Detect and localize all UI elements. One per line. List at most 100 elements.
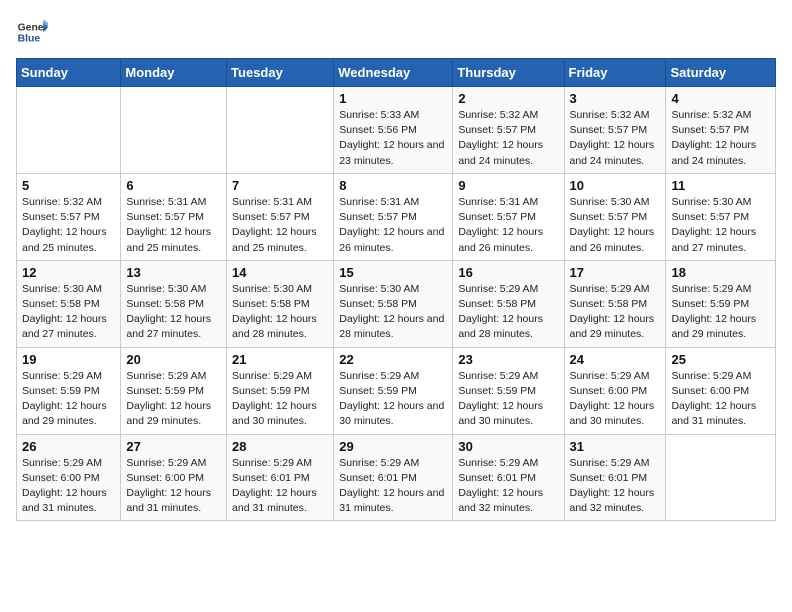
day-number: 19 [22,352,115,367]
day-info: Sunrise: 5:29 AMSunset: 5:59 PMDaylight:… [458,369,558,430]
page-header: General Blue [16,16,776,48]
calendar-cell: 5Sunrise: 5:32 AMSunset: 5:57 PMDaylight… [17,173,121,260]
calendar-cell: 17 Sunrise: 5:29 AMSunset: 5:58 PMDayligh… [564,260,666,347]
day-info: Sunrise: 5:30 AMSunset: 5:58 PMDaylight:… [339,282,447,343]
day-info: Sunrise: 5:29 AMSunset: 5:58 PMDaylight:… [458,282,558,343]
calendar-cell [227,87,334,174]
day-info: Sunrise: 5:30 AMSunset: 5:58 PMDaylight:… [232,282,328,343]
logo-icon: General Blue [16,16,48,48]
svg-text:Blue: Blue [18,34,41,45]
week-row-4: 19 Sunrise: 5:29 AMSunset: 5:59 PMDayligh… [17,347,776,434]
week-row-5: 26 Sunrise: 5:29 AMSunset: 6:00 PMDayligh… [17,434,776,521]
logo: General Blue [16,16,48,48]
calendar-cell: 3 Sunrise: 5:32 AMSunset: 5:57 PMDaylight… [564,87,666,174]
day-number: 31 [570,439,661,454]
calendar-table: SundayMondayTuesdayWednesdayThursdayFrid… [16,58,776,521]
calendar-cell: 1 Sunrise: 5:33 AMSunset: 5:56 PMDaylight… [334,87,453,174]
day-number: 13 [126,265,221,280]
day-number: 10 [570,178,661,193]
day-info: Sunrise: 5:29 AMSunset: 6:00 PMDaylight:… [126,456,221,517]
week-row-3: 12 Sunrise: 5:30 AMSunset: 5:58 PMDayligh… [17,260,776,347]
weekday-header-friday: Friday [564,59,666,87]
calendar-cell: 11Sunrise: 5:30 AMSunset: 5:57 PMDayligh… [666,173,776,260]
weekday-header-wednesday: Wednesday [334,59,453,87]
day-number: 30 [458,439,558,454]
day-info: Sunrise: 5:29 AMSunset: 5:59 PMDaylight:… [22,369,115,430]
day-number: 9 [458,178,558,193]
week-row-1: 1 Sunrise: 5:33 AMSunset: 5:56 PMDaylight… [17,87,776,174]
weekday-header-row: SundayMondayTuesdayWednesdayThursdayFrid… [17,59,776,87]
day-number: 6 [126,178,221,193]
day-number: 28 [232,439,328,454]
day-number: 8 [339,178,447,193]
day-info: Sunrise: 5:31 AMSunset: 5:57 PMDaylight:… [126,195,221,256]
day-info: Sunrise: 5:30 AMSunset: 5:58 PMDaylight:… [22,282,115,343]
calendar-cell: 9 Sunrise: 5:31 AMSunset: 5:57 PMDaylight… [453,173,564,260]
day-info: Sunrise: 5:31 AMSunset: 5:57 PMDaylight:… [232,195,328,256]
day-number: 3 [570,91,661,106]
calendar-cell: 31 Sunrise: 5:29 AMSunset: 6:01 PMDayligh… [564,434,666,521]
calendar-cell: 15 Sunrise: 5:30 AMSunset: 5:58 PMDayligh… [334,260,453,347]
calendar-cell: 7 Sunrise: 5:31 AMSunset: 5:57 PMDaylight… [227,173,334,260]
day-number: 5 [22,178,115,193]
day-number: 26 [22,439,115,454]
day-info: Sunrise: 5:29 AMSunset: 5:59 PMDaylight:… [232,369,328,430]
calendar-cell: 21 Sunrise: 5:29 AMSunset: 5:59 PMDayligh… [227,347,334,434]
calendar-cell: 14 Sunrise: 5:30 AMSunset: 5:58 PMDayligh… [227,260,334,347]
day-info: Sunrise: 5:29 AMSunset: 6:01 PMDaylight:… [232,456,328,517]
calendar-cell: 26 Sunrise: 5:29 AMSunset: 6:00 PMDayligh… [17,434,121,521]
day-number: 18 [671,265,770,280]
day-info: Sunrise: 5:31 AMSunset: 5:57 PMDaylight:… [458,195,558,256]
day-info: Sunrise: 5:32 AMSunset: 5:57 PMDaylight:… [458,108,558,169]
day-number: 2 [458,91,558,106]
day-info: Sunrise: 5:33 AMSunset: 5:56 PMDaylight:… [339,108,447,169]
calendar-cell: 4 Sunrise: 5:32 AMSunset: 5:57 PMDaylight… [666,87,776,174]
calendar-cell: 23 Sunrise: 5:29 AMSunset: 5:59 PMDayligh… [453,347,564,434]
day-number: 12 [22,265,115,280]
day-number: 25 [671,352,770,367]
calendar-cell: 16 Sunrise: 5:29 AMSunset: 5:58 PMDayligh… [453,260,564,347]
calendar-cell: 19 Sunrise: 5:29 AMSunset: 5:59 PMDayligh… [17,347,121,434]
day-number: 27 [126,439,221,454]
calendar-cell: 20 Sunrise: 5:29 AMSunset: 5:59 PMDayligh… [121,347,227,434]
day-number: 23 [458,352,558,367]
day-number: 15 [339,265,447,280]
weekday-header-thursday: Thursday [453,59,564,87]
day-number: 4 [671,91,770,106]
weekday-header-tuesday: Tuesday [227,59,334,87]
day-info: Sunrise: 5:29 AMSunset: 6:00 PMDaylight:… [671,369,770,430]
day-info: Sunrise: 5:29 AMSunset: 5:58 PMDaylight:… [570,282,661,343]
calendar-cell: 24Sunrise: 5:29 AMSunset: 6:00 PMDayligh… [564,347,666,434]
weekday-header-saturday: Saturday [666,59,776,87]
day-info: Sunrise: 5:29 AMSunset: 5:59 PMDaylight:… [339,369,447,430]
day-number: 20 [126,352,221,367]
day-number: 17 [570,265,661,280]
calendar-cell: 2 Sunrise: 5:32 AMSunset: 5:57 PMDaylight… [453,87,564,174]
calendar-cell: 13 Sunrise: 5:30 AMSunset: 5:58 PMDayligh… [121,260,227,347]
calendar-cell: 22 Sunrise: 5:29 AMSunset: 5:59 PMDayligh… [334,347,453,434]
day-info: Sunrise: 5:30 AMSunset: 5:57 PMDaylight:… [570,195,661,256]
day-info: Sunrise: 5:29 AMSunset: 6:01 PMDaylight:… [570,456,661,517]
calendar-cell: 6 Sunrise: 5:31 AMSunset: 5:57 PMDaylight… [121,173,227,260]
day-number: 16 [458,265,558,280]
day-number: 24 [570,352,661,367]
day-number: 1 [339,91,447,106]
day-info: Sunrise: 5:29 AMSunset: 6:00 PMDaylight:… [22,456,115,517]
calendar-cell: 18Sunrise: 5:29 AMSunset: 5:59 PMDayligh… [666,260,776,347]
day-number: 14 [232,265,328,280]
day-number: 7 [232,178,328,193]
calendar-cell: 12 Sunrise: 5:30 AMSunset: 5:58 PMDayligh… [17,260,121,347]
calendar-cell: 28 Sunrise: 5:29 AMSunset: 6:01 PMDayligh… [227,434,334,521]
calendar-cell: 25 Sunrise: 5:29 AMSunset: 6:00 PMDayligh… [666,347,776,434]
day-info: Sunrise: 5:32 AMSunset: 5:57 PMDaylight:… [570,108,661,169]
calendar-cell [17,87,121,174]
calendar-cell: 29Sunrise: 5:29 AMSunset: 6:01 PMDayligh… [334,434,453,521]
day-info: Sunrise: 5:32 AMSunset: 5:57 PMDaylight:… [671,108,770,169]
day-number: 21 [232,352,328,367]
day-info: Sunrise: 5:29 AMSunset: 5:59 PMDaylight:… [126,369,221,430]
week-row-2: 5Sunrise: 5:32 AMSunset: 5:57 PMDaylight… [17,173,776,260]
day-number: 22 [339,352,447,367]
weekday-header-monday: Monday [121,59,227,87]
day-info: Sunrise: 5:31 AMSunset: 5:57 PMDaylight:… [339,195,447,256]
day-info: Sunrise: 5:30 AMSunset: 5:58 PMDaylight:… [126,282,221,343]
